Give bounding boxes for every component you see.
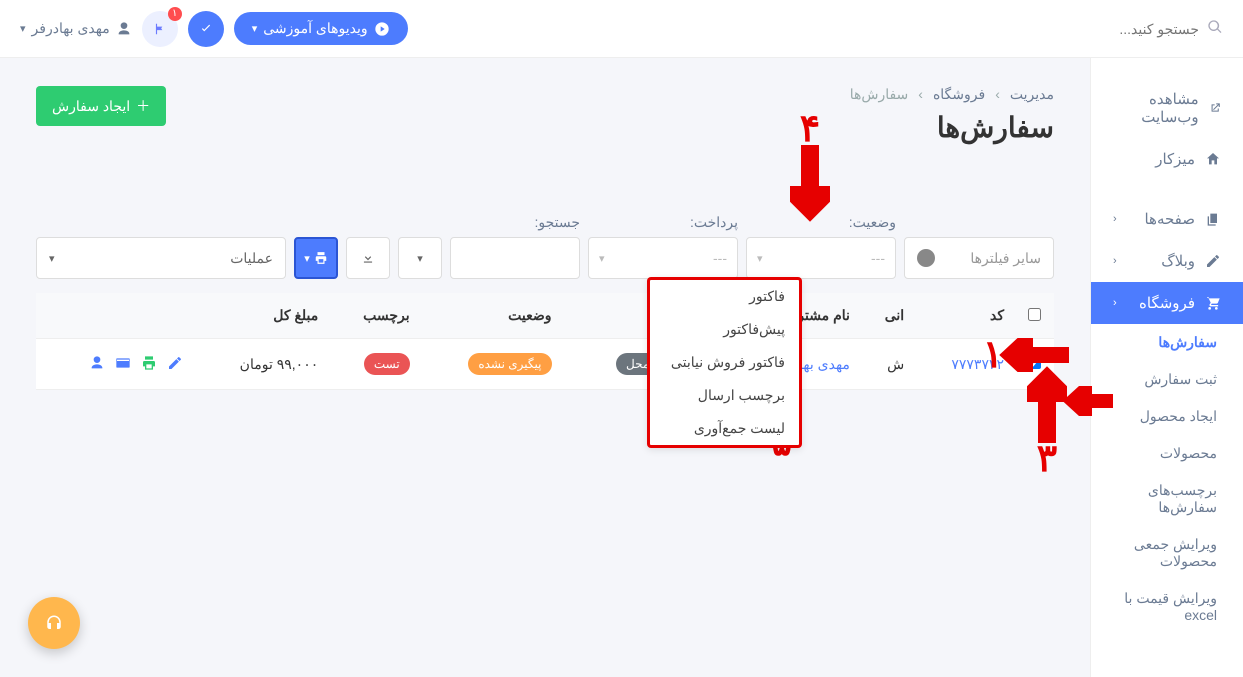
flag-icon — [153, 22, 167, 36]
plus-icon: ＋ — [136, 96, 150, 116]
sidebar-sub-products[interactable]: محصولات — [1091, 435, 1243, 472]
chevron-down-icon: ▾ — [599, 252, 605, 265]
sidebar-sub-new-order[interactable]: ثبت سفارش — [1091, 361, 1243, 398]
cell-addr: ش — [860, 339, 914, 390]
select-all-checkbox[interactable] — [1028, 308, 1041, 321]
chevron-down-icon: ▾ — [20, 22, 26, 35]
sidebar-blog[interactable]: وبلاگ ‹ — [1091, 240, 1243, 282]
operations-dropdown[interactable]: عملیات ▾ — [36, 237, 286, 279]
sidebar-sub-new-product[interactable]: ایجاد محصول — [1091, 398, 1243, 435]
row-checkbox[interactable] — [1028, 356, 1041, 369]
status-filter-select[interactable]: --- ▾ — [746, 237, 896, 279]
sidebar-view-site[interactable]: مشاهده وب‌سایت — [1091, 78, 1243, 138]
filter-controls: عملیات ▾ ▾ ▾ --- ▾ --- ▾ سا — [36, 237, 1054, 279]
sidebar-sub-orders[interactable]: سفارش‌ها — [1091, 324, 1243, 361]
page-title: سفارش‌ها — [36, 111, 1054, 144]
row-actions — [46, 355, 183, 374]
print-icon — [314, 251, 328, 265]
sidebar-shop[interactable]: فروشگاه ‹ — [1091, 282, 1243, 324]
breadcrumb: مدیریت › فروشگاه › سفارش‌ها — [36, 86, 1054, 103]
status-pill: پیگیری نشده — [468, 353, 551, 375]
col-status: وضعیت — [420, 293, 562, 339]
sidebar-pages[interactable]: صفحه‌ها ‹ — [1091, 198, 1243, 240]
search-icon — [1207, 19, 1223, 38]
flag-button[interactable]: ۱ — [142, 11, 178, 47]
chevron-down-icon: ▾ — [417, 252, 423, 265]
download-button[interactable] — [346, 237, 390, 279]
main-content: ＋ ایجاد سفارش مدیریت › فروشگاه › سفارش‌ه… — [0, 58, 1090, 677]
card-icon[interactable] — [115, 355, 131, 374]
headset-icon — [45, 614, 63, 632]
print-ship-label[interactable]: برچسب ارسال — [650, 379, 799, 412]
video-tutorials-button[interactable]: ویدیوهای آموزشی ▾ — [234, 12, 408, 45]
orders-table: کد انی نام مشتری پرداخت وضعیت برچسب مبلغ… — [36, 293, 1054, 390]
search-input[interactable] — [1007, 13, 1207, 45]
chevron-left-icon: ‹ — [1113, 297, 1117, 309]
chevron-down-icon: ▾ — [757, 252, 763, 265]
other-filters-button[interactable]: سایر فیلترها — [904, 237, 1054, 279]
col-total: مبلغ کل — [193, 293, 329, 339]
sidebar-sub-price-excel[interactable]: ویرایش قیمت با excel — [1091, 580, 1243, 633]
print-dropdown-button[interactable]: ▾ — [294, 237, 338, 279]
user-menu[interactable]: مهدی بهادرفر ▾ — [20, 20, 132, 37]
sidebar-sub-bulk-edit[interactable]: ویرایش جمعی محصولات — [1091, 526, 1243, 580]
order-code-link[interactable]: ۷۷۷۳۷۲۲ — [951, 356, 1004, 372]
cell-total: ۹۹,۰۰۰ تومان — [193, 339, 329, 390]
print-proforma[interactable]: پیش‌فاکتور — [650, 313, 799, 346]
pencil-icon — [1205, 253, 1221, 269]
create-order-button[interactable]: ＋ ایجاد سفارش — [36, 86, 166, 126]
sidebar-dashboard[interactable]: میزکار — [1091, 138, 1243, 180]
print-dropdown-menu: فاکتور پیش‌فاکتور فاکتور فروش نیابتی برچ… — [647, 277, 802, 448]
home-icon — [1205, 151, 1221, 167]
table-header-row: کد انی نام مشتری پرداخت وضعیت برچسب مبلغ… — [36, 293, 1054, 339]
cart-icon — [1205, 295, 1221, 311]
payment-filter-select[interactable]: --- ▾ — [588, 237, 738, 279]
extra-caret-button[interactable]: ▾ — [398, 237, 442, 279]
chevron-left-icon: ‹ — [1113, 213, 1117, 225]
label-pill: تست — [364, 353, 410, 375]
crumb-admin[interactable]: مدیریت — [1010, 86, 1054, 103]
chevron-down-icon: ▾ — [49, 252, 55, 265]
print-pick-list[interactable]: لیست جمع‌آوری — [650, 412, 799, 445]
col-label: برچسب — [328, 293, 419, 339]
sidebar: مشاهده وب‌سایت میزکار صفحه‌ها ‹ وبلاگ ‹ — [1090, 58, 1243, 677]
col-addr: انی — [860, 293, 914, 339]
print-invoice[interactable]: فاکتور — [650, 280, 799, 313]
crumb-shop[interactable]: فروشگاه — [933, 86, 985, 103]
topbar: ویدیوهای آموزشی ▾ ۱ مهدی بهادرفر ▾ — [0, 0, 1243, 58]
download-icon — [361, 251, 375, 265]
check-icon — [199, 22, 213, 36]
row-print-icon[interactable] — [141, 355, 157, 374]
external-link-icon — [1209, 100, 1221, 116]
filter-labels: جستجو: پرداخت: وضعیت: — [36, 214, 1054, 237]
chevron-left-icon: ‹ — [1113, 255, 1117, 267]
topbar-actions: ویدیوهای آموزشی ▾ ۱ مهدی بهادرفر ▾ — [20, 11, 408, 47]
crumb-current: سفارش‌ها — [850, 86, 909, 103]
table-row: ۷۷۷۳۷۲۲ ش مهدی بهادرفر پرداخت در محل پیگ… — [36, 339, 1054, 390]
print-agency-invoice[interactable]: فاکتور فروش نیابتی — [650, 346, 799, 379]
user-icon — [116, 21, 132, 37]
support-fab[interactable] — [28, 597, 80, 649]
chevron-down-icon: ▾ — [252, 22, 258, 35]
row-user-icon[interactable] — [89, 355, 105, 374]
edit-icon[interactable] — [167, 355, 183, 374]
check-button[interactable] — [188, 11, 224, 47]
copy-icon — [1205, 211, 1221, 227]
sidebar-sub-order-labels[interactable]: برچسب‌های سفارش‌ها — [1091, 472, 1243, 526]
col-code: کد — [914, 293, 1014, 339]
filter-indicator-icon — [917, 249, 935, 267]
notification-badge: ۱ — [168, 7, 182, 21]
search-filter-input[interactable] — [450, 237, 580, 279]
topbar-search-wrap — [1007, 13, 1223, 45]
chevron-down-icon: ▾ — [304, 252, 310, 265]
